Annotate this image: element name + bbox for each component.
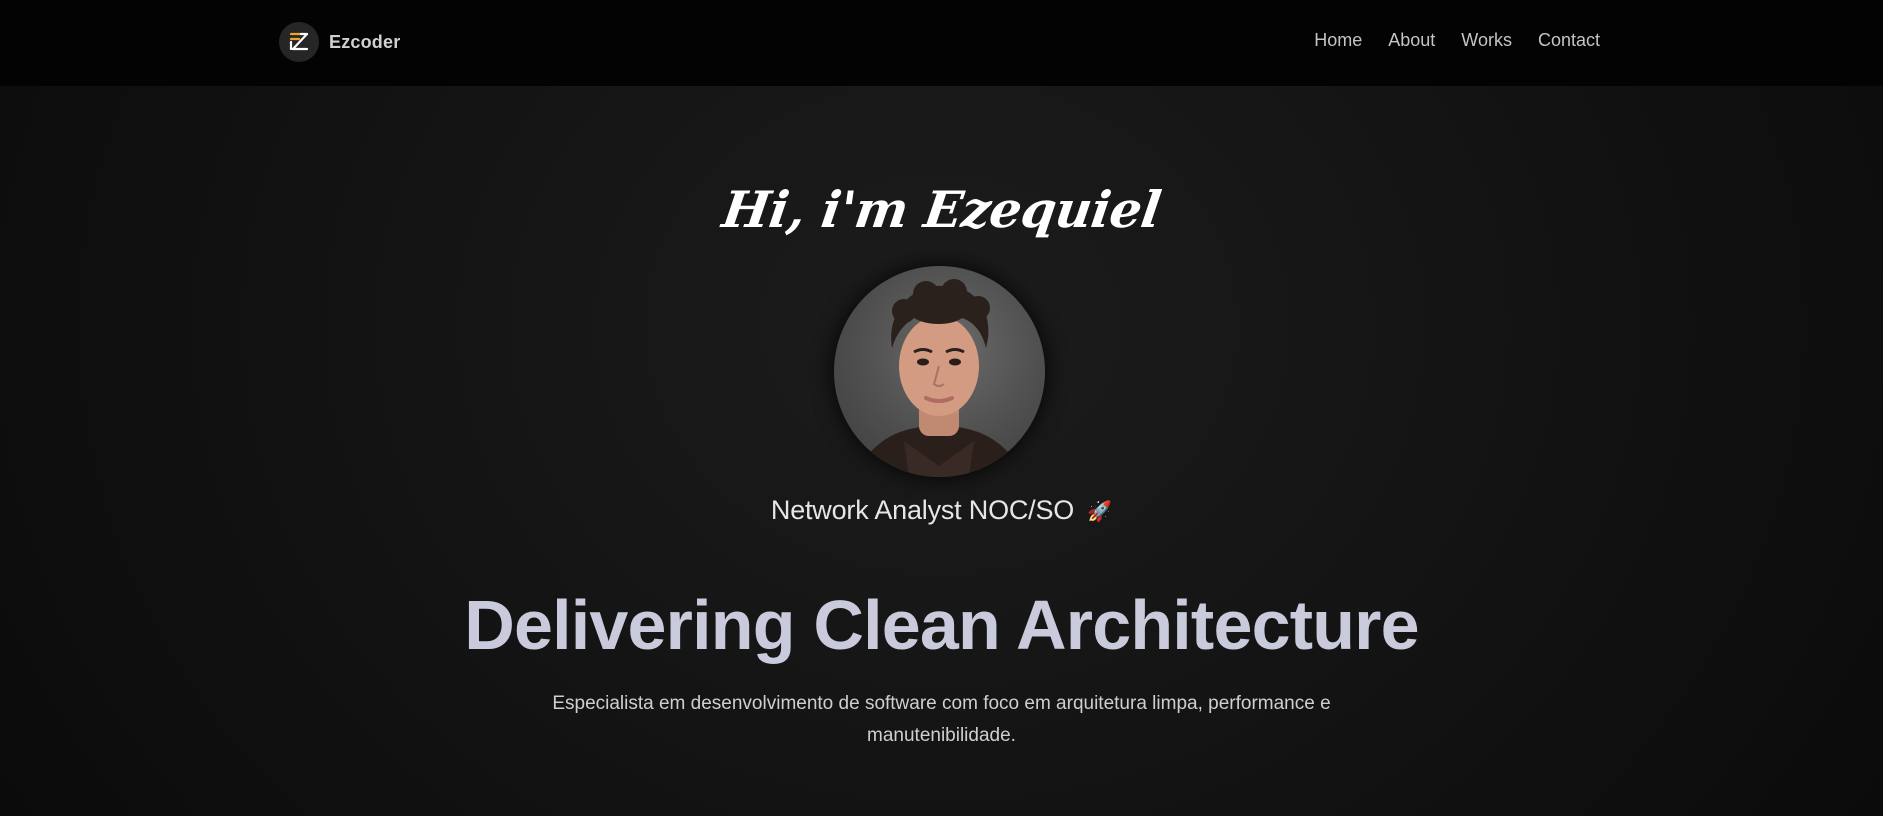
nav-link-home[interactable]: Home — [1314, 30, 1362, 51]
nav-link-about[interactable]: About — [1388, 30, 1435, 51]
ez-logo-icon — [279, 22, 319, 62]
page: Ezcoder Home About Works Contact Hi, i'm… — [0, 0, 1883, 816]
navbar: Ezcoder Home About Works Contact — [0, 0, 1883, 86]
nav-links: Home About Works Contact — [1314, 30, 1600, 51]
nav-link-contact[interactable]: Contact — [1538, 30, 1600, 51]
role-text: Network Analyst NOC/SO — [770, 495, 1075, 525]
hero-subtitle: Especialista em desenvolvimento de softw… — [552, 693, 1331, 746]
hero-role: Network Analyst NOC/SO 🚀 — [0, 495, 1883, 526]
profile-photo — [854, 279, 1025, 477]
hero-greeting: Hi, i'm Ezequiel — [718, 180, 1165, 239]
nav-link-works[interactable]: Works — [1461, 30, 1512, 51]
profile-avatar — [834, 266, 1045, 477]
brand-link[interactable]: Ezcoder — [279, 22, 400, 62]
hero-headline: Delivering Clean Architecture — [464, 586, 1419, 664]
brand-name: Ezcoder — [329, 31, 401, 52]
rocket-icon: 🚀 — [1087, 501, 1113, 524]
